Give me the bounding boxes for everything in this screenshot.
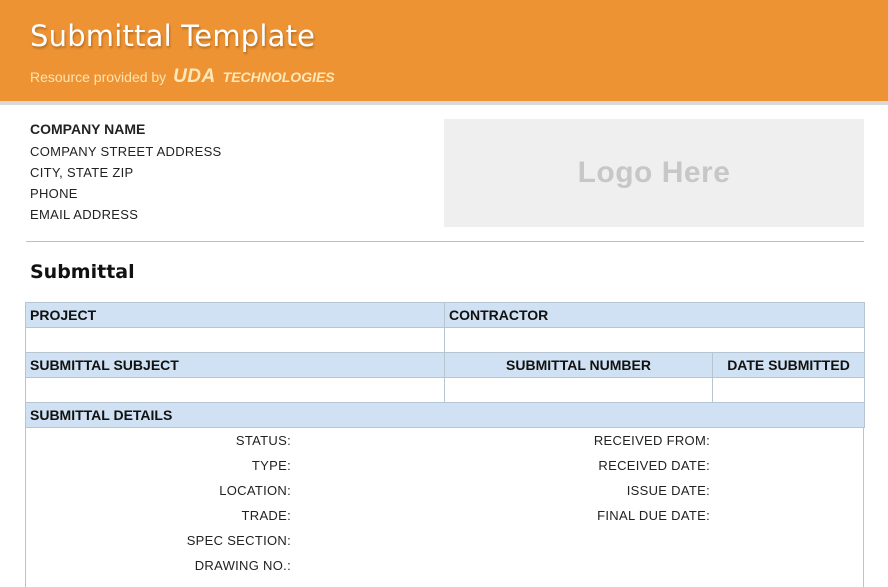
submittal-table: PROJECT CONTRACTOR SUBMITTAL SUBJECT SUB… xyxy=(24,302,866,428)
date-submitted-field[interactable] xyxy=(711,377,866,403)
received-date-label: RECEIVED DATE: xyxy=(598,458,710,473)
company-phone[interactable]: PHONE xyxy=(30,186,222,201)
date-submitted-label: DATE SUBMITTED xyxy=(711,352,866,378)
status-label: STATUS: xyxy=(235,433,291,448)
drawing-no-label: DRAWING NO.: xyxy=(194,558,291,573)
uda-logo-secondary[interactable]: TECHNOLOGIES xyxy=(223,69,335,85)
divider xyxy=(26,241,864,242)
project-label: PROJECT xyxy=(25,302,445,328)
company-name[interactable]: COMPANY NAME xyxy=(30,121,222,137)
contractor-field[interactable] xyxy=(443,327,866,353)
trade-label: TRADE: xyxy=(241,508,291,523)
submittal-number-label: SUBMITTAL NUMBER xyxy=(444,352,713,378)
submittal-number-field[interactable] xyxy=(444,377,713,403)
contractor-label: CONTRACTOR xyxy=(443,302,866,328)
spec-section-label: SPEC SECTION: xyxy=(186,533,291,548)
type-label: TYPE: xyxy=(251,458,291,473)
final-due-date-label: FINAL DUE DATE: xyxy=(597,508,710,523)
submittal-details: STATUS: TYPE: LOCATION: TRADE: SPEC SECT… xyxy=(25,427,864,587)
submittal-subject-field[interactable] xyxy=(25,377,445,403)
submittal-details-label: SUBMITTAL DETAILS xyxy=(24,402,866,428)
resource-credit: Resource provided by UDA TECHNOLOGIES xyxy=(30,66,335,88)
logo-placeholder[interactable]: Logo Here xyxy=(444,119,864,227)
issue-date-label: ISSUE DATE: xyxy=(626,483,710,498)
logo-placeholder-text: Logo Here xyxy=(577,156,731,189)
uda-logo[interactable]: UDA xyxy=(173,66,216,87)
resource-credit-text: Resource provided by xyxy=(30,69,167,85)
company-street[interactable]: COMPANY STREET ADDRESS xyxy=(30,144,222,159)
document-title: Submittal Template xyxy=(30,19,316,53)
location-label: LOCATION: xyxy=(219,483,291,498)
company-email[interactable]: EMAIL ADDRESS xyxy=(30,207,222,222)
header-banner: Submittal Template Resource provided by … xyxy=(0,0,888,105)
company-info: COMPANY NAME COMPANY STREET ADDRESS CITY… xyxy=(30,121,222,228)
project-field[interactable] xyxy=(25,327,445,353)
section-title: Submittal xyxy=(30,261,135,283)
company-city[interactable]: CITY, STATE ZIP xyxy=(30,165,222,180)
received-from-label: RECEIVED FROM: xyxy=(593,433,710,448)
submittal-subject-label: SUBMITTAL SUBJECT xyxy=(25,352,445,378)
